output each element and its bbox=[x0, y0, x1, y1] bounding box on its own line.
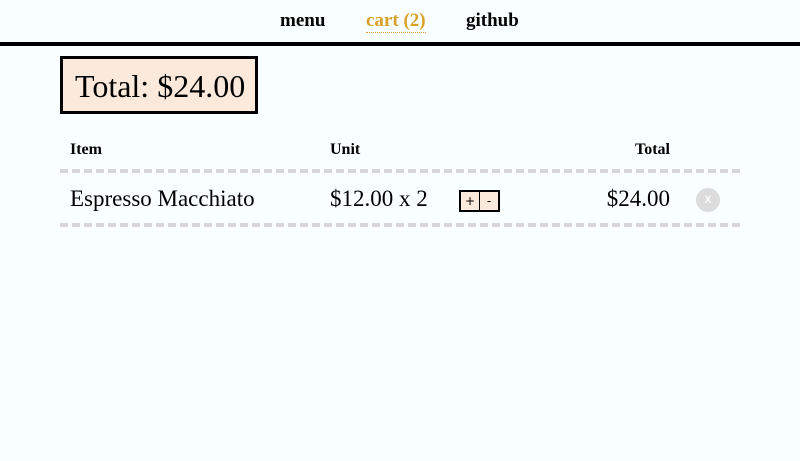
top-nav: menu cart (2) github bbox=[0, 0, 800, 46]
column-header-unit: Unit bbox=[330, 141, 361, 158]
nav-link-github[interactable]: github bbox=[466, 10, 519, 32]
increment-button[interactable]: + bbox=[461, 192, 479, 210]
nav-link-cart[interactable]: cart (2) bbox=[366, 10, 426, 33]
item-name: Espresso Macchiato bbox=[70, 186, 255, 211]
quantity-stepper: + - bbox=[459, 190, 500, 212]
item-total: $24.00 bbox=[606, 186, 670, 211]
table-row: Espresso Macchiato $12.00 x 2 + - $24.00… bbox=[60, 173, 740, 227]
decrement-button[interactable]: - bbox=[479, 192, 498, 210]
nav-link-menu[interactable]: menu bbox=[280, 10, 325, 32]
cart-total-box: Total: $24.00 bbox=[60, 56, 258, 114]
remove-item-button[interactable]: x bbox=[696, 188, 720, 212]
cart-table: Item Unit Total Espresso Macchiato $12.0… bbox=[60, 133, 740, 227]
column-header-total: Total bbox=[635, 141, 670, 158]
column-header-item: Item bbox=[70, 141, 102, 158]
cart-total-text: Total: $24.00 bbox=[75, 68, 246, 104]
table-header: Item Unit Total bbox=[60, 133, 740, 173]
item-unit-price: $12.00 x 2 bbox=[330, 186, 428, 211]
